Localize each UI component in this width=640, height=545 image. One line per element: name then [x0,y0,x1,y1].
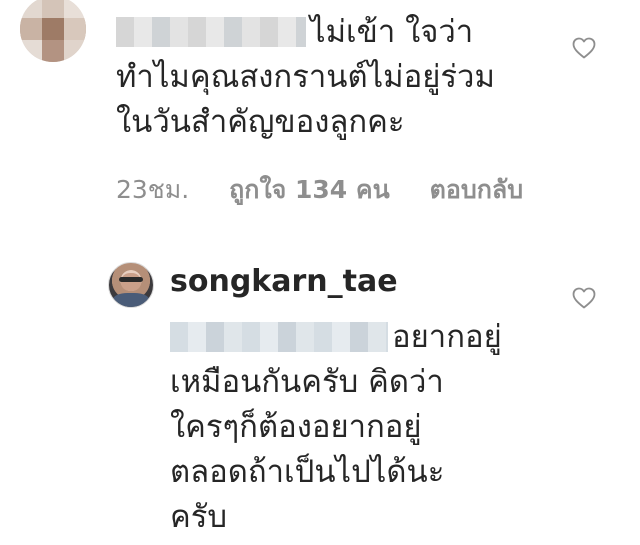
avatar-pixel [20,18,42,40]
avatar-pixel [64,40,86,62]
heart-icon[interactable] [572,37,596,59]
comment-time: 23ชม. [116,175,190,204]
comment-meta: 23ชม. ถูกใจ 134 คน ตอบกลับ [116,170,555,210]
avatar-pixel [42,0,64,18]
comment-line: ทำไมคุณสงกรานต์ไม่อยู่ร่วม [116,59,495,95]
comment-body: อยากอยู่ เหมือนกันครับ คิดว่า ใครๆก็ต้อง… [170,315,502,540]
avatar-pixel [20,0,42,18]
avatar-glasses [119,277,143,282]
comment-body: ไม่เข้า ใจว่า ทำไมคุณสงกรานต์ไม่อยู่ร่วม… [116,10,495,145]
avatar-pixel [64,18,86,40]
comment-item: ไม่เข้า ใจว่า ทำไมคุณสงกรานต์ไม่อยู่ร่วม… [0,0,640,210]
avatar-face [121,273,141,291]
comment-username[interactable]: songkarn_tae [170,264,398,299]
comment-line: ในวันสำคัญของลูกคะ [116,104,405,140]
avatar-pixel [42,18,64,40]
heart-icon[interactable] [572,287,596,309]
comment-line: เหมือนกันครับ คิดว่า [170,364,444,400]
avatar[interactable] [108,262,154,308]
redacted-username [170,322,388,352]
avatar-pixel [42,40,64,62]
avatar-pixel [20,40,42,62]
avatar-shirt [113,293,149,307]
comment-line: ครับ [170,499,228,535]
comment-item: songkarn_tae อยากอยู่ เหมือนกันครับ คิดว… [0,250,640,545]
avatar-pixel [64,0,86,18]
redacted-username [116,17,306,47]
likes-count[interactable]: ถูกใจ 134 คน [229,175,390,204]
reply-button[interactable]: ตอบกลับ [430,175,523,204]
comment-line: ใครๆก็ต้องอยากอยู่ [170,409,422,445]
avatar[interactable] [20,0,86,62]
comment-line: ไม่เข้า ใจว่า [310,14,474,50]
comment-line: อยากอยู่ [392,319,502,355]
comment-line: ตลอดถ้าเป็นไปได้นะ [170,454,445,490]
